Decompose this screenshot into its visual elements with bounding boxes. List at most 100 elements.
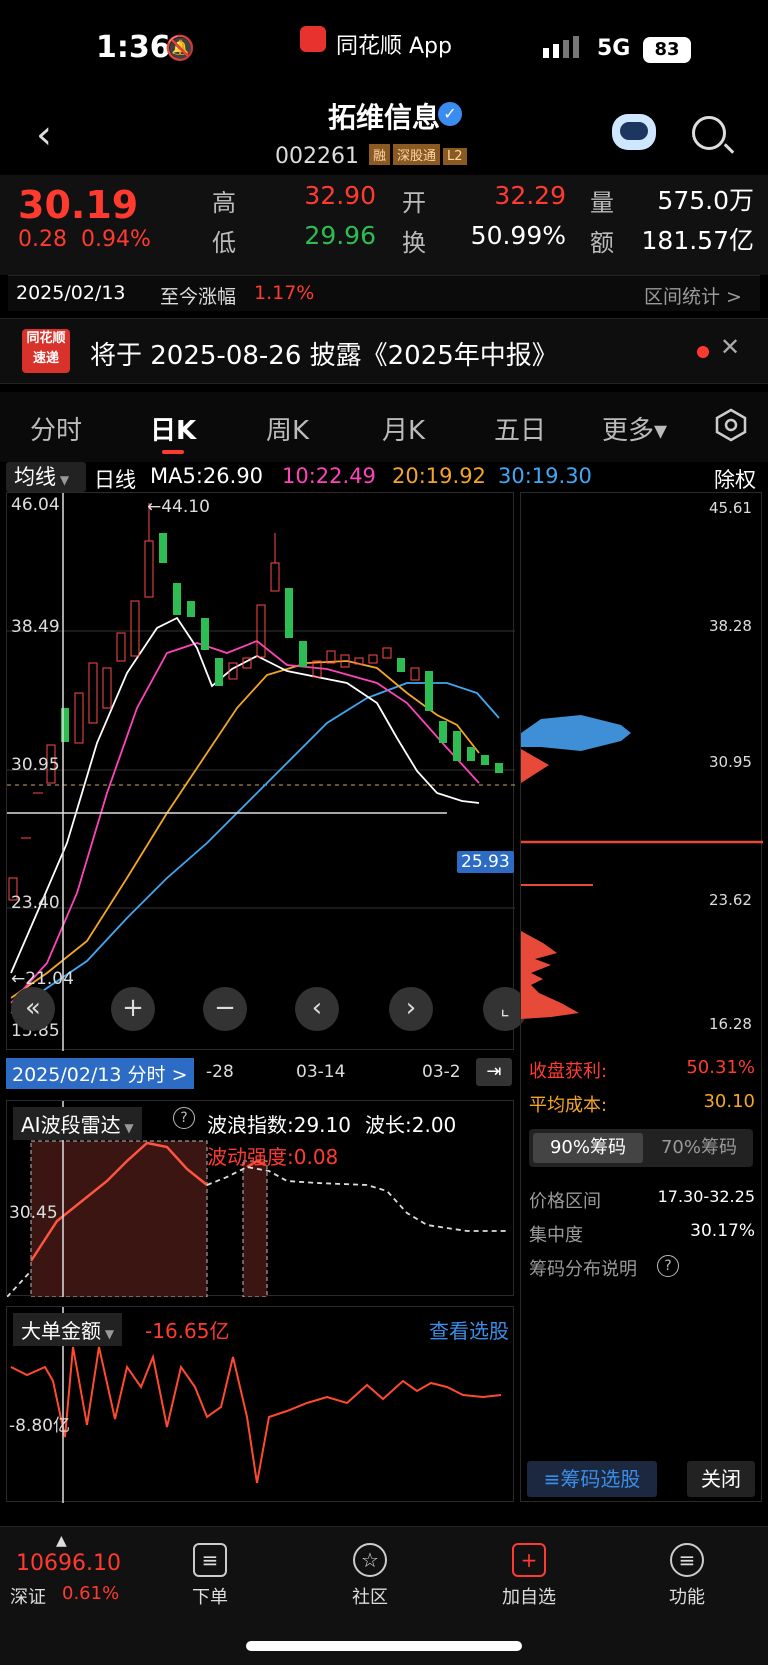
nav-functions[interactable]: ≡ 功能 [642, 1543, 732, 1609]
change-value: 0.28 [18, 227, 67, 252]
kline-max-label: ←44.10 [147, 497, 210, 517]
concentration-label: 集中度 [529, 1225, 583, 1246]
high-value: 32.90 [304, 181, 376, 210]
price-range-value: 17.30-32.25 [657, 1187, 755, 1206]
ai-wave-panel: AI波段雷达 ▼ ? 波浪指数:29.10 波长:2.00 波动强度:0.08 … [6, 1100, 514, 1298]
big-order-panel: 大单金额 ▼ -16.65亿 查看选股 -8.80亿 [6, 1306, 514, 1503]
cursor-price-label: 25.93 [457, 851, 514, 873]
xaxis-label-1: -28 [206, 1062, 234, 1082]
change-pct: 0.94% [80, 227, 151, 252]
chip-distribution-panel: 45.61 38.28 30.95 23.62 16.28 收盘获利: 50.3… [520, 492, 763, 1502]
tab-daily-k[interactable]: 日K [150, 410, 196, 447]
pan-left-icon[interactable]: ‹ [295, 987, 339, 1031]
interval-stats-link[interactable]: 区间统计 > [644, 282, 742, 309]
wave-ytick: 30.45 [9, 1203, 58, 1223]
close-icon[interactable]: ✕ [720, 333, 740, 361]
kline-chart-panel[interactable]: 46.04 38.49 30.95 23.40 15.85 ←44.10 ←21… [6, 492, 527, 1051]
chip-ytick-5: 16.28 [709, 1015, 752, 1033]
search-icon[interactable] [692, 116, 726, 150]
ai-assistant-robot-icon[interactable] [612, 114, 656, 150]
chip-90-button[interactable]: 90%筹码 [533, 1133, 643, 1163]
tab-monthly-k[interactable]: 月K [382, 410, 425, 447]
xaxis-label-3: 03-2 [422, 1062, 461, 1082]
current-price: 30.19 [18, 183, 139, 227]
tab-five-day[interactable]: 五日 [494, 410, 546, 447]
nav-community[interactable]: ☆ 社区 [325, 1543, 415, 1609]
chip-70-button[interactable]: 70%筹码 [647, 1133, 751, 1163]
zoom-out-minus-icon[interactable]: − [203, 987, 247, 1031]
up-triangle-icon: ▲ [56, 1533, 67, 1549]
home-indicator[interactable] [246, 1641, 522, 1651]
chip-ytick-1: 45.61 [709, 499, 752, 517]
zoom-out-arrows-icon[interactable]: « [11, 987, 55, 1031]
volume-value: 575.0万 [657, 186, 754, 215]
app-logo-icon [300, 26, 326, 52]
open-value: 32.29 [494, 181, 566, 210]
jump-to-latest-icon[interactable]: ⇥ [476, 1058, 512, 1086]
nav-order-label: 下单 [192, 1587, 228, 1608]
chip-ytick-3: 30.95 [709, 753, 752, 771]
cursor-date-link[interactable]: 2025/02/13 分时 > [6, 1058, 194, 1089]
index-value[interactable]: 10696.10 [16, 1551, 121, 1576]
low-value: 29.96 [304, 221, 376, 250]
chip-close-button[interactable]: 关闭 [687, 1461, 755, 1497]
nav-functions-label: 功能 [669, 1587, 705, 1608]
chip-screener-button[interactable]: ≡筹码选股 [527, 1461, 657, 1497]
network-type: 5G [597, 36, 631, 61]
community-star-icon: ☆ [353, 1543, 387, 1577]
pan-right-icon[interactable]: › [389, 987, 433, 1031]
turnover-value: 50.99% [470, 221, 566, 250]
notice-logo: 同花顺 速递 [22, 329, 70, 373]
avg-cost-label: 平均成本: [529, 1095, 608, 1116]
low-label: 低 [212, 229, 236, 257]
price-range-label: 价格区间 [529, 1191, 601, 1212]
tag-margin: 融 [368, 144, 390, 165]
bigorder-select-dropdown[interactable]: 大单金额 ▼ [13, 1313, 123, 1346]
nav-add-watchlist[interactable]: + 加自选 [484, 1543, 574, 1609]
kline-xaxis: 2025/02/13 分时 > -28 03-14 03-2 ⇥ [6, 1058, 514, 1089]
avg-cost-value: 30.10 [703, 1091, 755, 1112]
date-bar[interactable]: 2025/02/13 至今涨幅 1.17% 区间统计 > [8, 275, 760, 311]
nav-order[interactable]: ≡ 下单 [165, 1543, 255, 1609]
menu-circle-icon: ≡ [670, 1543, 704, 1577]
zoom-in-plus-icon[interactable]: + [111, 987, 155, 1031]
add-plus-icon: + [512, 1543, 546, 1577]
notice-logo-bottom: 速递 [32, 351, 59, 366]
ma-select-dropdown[interactable]: 均线 ▼ [6, 462, 86, 492]
kline-ytick-4: 23.40 [11, 893, 60, 913]
view-screener-link[interactable]: 查看选股 [429, 1315, 509, 1344]
tab-weekly-k[interactable]: 周K [266, 410, 309, 447]
active-tab-indicator [162, 450, 184, 454]
help-question-icon[interactable]: ? [173, 1107, 195, 1129]
tab-timeshare[interactable]: 分时 [30, 410, 82, 447]
price-change: 0.28 0.94% [18, 227, 151, 252]
tab-more[interactable]: 更多▾ [602, 410, 667, 447]
nav-community-label: 社区 [352, 1587, 388, 1608]
tag-l2: L2 [443, 148, 467, 165]
wave-strength: 波动强度:0.08 [207, 1145, 339, 1169]
wave-length: 波长:2.00 [365, 1113, 457, 1137]
wave-select-label: AI波段雷达 [21, 1113, 121, 1137]
wave-select-dropdown[interactable]: AI波段雷达 ▼ [13, 1107, 142, 1140]
bell-muted-icon: 🔕 [165, 34, 195, 62]
list-lines-icon: ≡ [543, 1467, 561, 1491]
signal-icon [543, 36, 585, 62]
notice-banner[interactable]: 同花顺 速递 将于 2025-08-26 披露《2025年中报》 [0, 318, 768, 384]
battery-icon: 83 [643, 37, 691, 63]
ma5-value: MA5:26.90 [150, 464, 264, 488]
kline-ytick-2: 38.49 [11, 617, 60, 637]
notice-logo-top: 同花顺 [26, 331, 66, 346]
datebar-since-value: 1.17% [254, 282, 315, 304]
chip-explain-label[interactable]: 筹码分布说明 [529, 1255, 637, 1281]
chip-help-question-icon[interactable]: ? [657, 1255, 679, 1277]
kline-ytick-3: 30.95 [11, 755, 60, 775]
amount-value: 181.57亿 [641, 226, 754, 255]
chip-screener-label: 筹码选股 [560, 1467, 641, 1491]
amount-label: 额 [590, 229, 614, 257]
settings-hexagon-icon[interactable] [714, 408, 748, 446]
period-tabs: 分时 日K 周K 月K 五日 更多▾ [0, 392, 768, 462]
adjust-toggle[interactable]: 除权 [714, 464, 756, 494]
open-label: 开 [402, 189, 426, 217]
document-icon: ≡ [193, 1543, 227, 1577]
verified-check-icon: ✓ [438, 102, 462, 126]
